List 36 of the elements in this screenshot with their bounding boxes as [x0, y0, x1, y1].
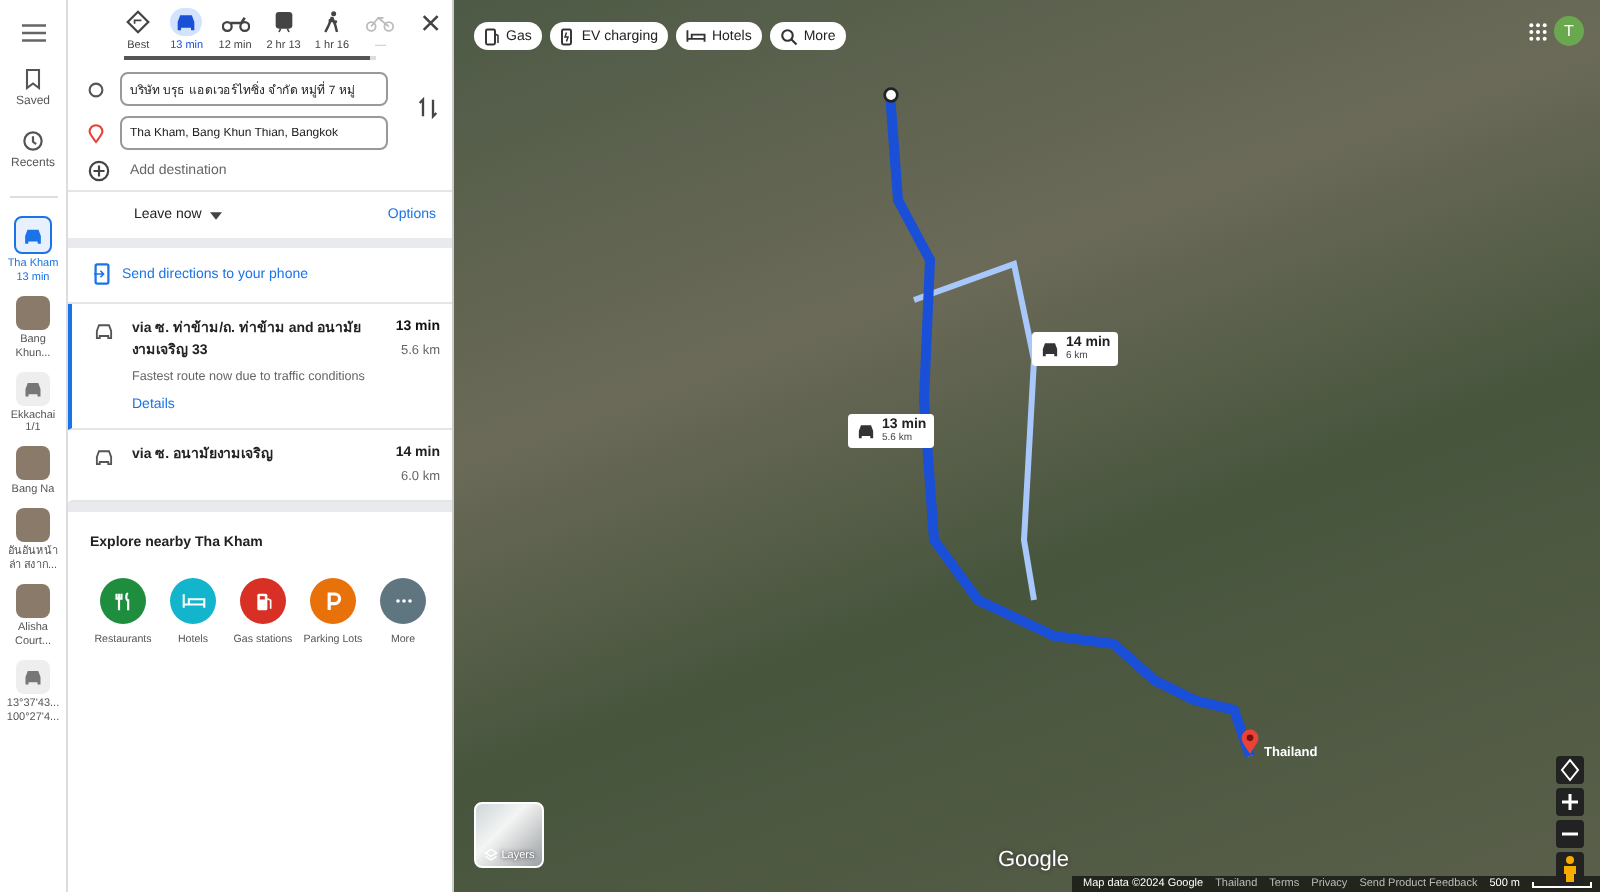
origin-marker-icon	[882, 86, 900, 104]
layers-icon	[483, 848, 498, 862]
add-icon	[88, 160, 110, 182]
close-icon[interactable]	[422, 14, 440, 32]
photo-placeholder	[16, 508, 50, 543]
origin-dot-icon	[88, 81, 104, 97]
google-logo: Google	[998, 848, 1069, 872]
destination-pin-icon	[88, 123, 104, 143]
bookmark-icon	[23, 68, 42, 90]
car-icon	[94, 322, 114, 340]
phone-icon	[94, 262, 110, 286]
photo-placeholder	[16, 583, 50, 618]
destination-pin-icon	[1240, 728, 1260, 756]
photo-placeholder	[16, 446, 50, 481]
car-icon	[94, 448, 114, 466]
swap-icon[interactable]	[418, 96, 438, 120]
apps-grid-icon[interactable]	[1528, 22, 1548, 42]
car-icon	[856, 422, 876, 441]
my-location-icon[interactable]	[1556, 756, 1584, 784]
pegman-icon[interactable]	[1556, 852, 1584, 884]
bed-icon	[685, 28, 706, 44]
gas-pump-icon	[484, 27, 500, 45]
photo-placeholder	[16, 295, 50, 330]
search-icon	[779, 27, 798, 45]
car-icon	[22, 225, 44, 245]
caret-icon	[209, 211, 222, 219]
car-icon	[22, 667, 44, 686]
diamond-turn-icon	[122, 8, 155, 36]
zoom-out-icon[interactable]	[1556, 820, 1584, 848]
car-icon	[22, 379, 44, 397]
zoom-in-icon[interactable]	[1556, 788, 1584, 816]
menu-icon[interactable]	[21, 24, 45, 42]
clock-icon	[21, 130, 44, 152]
car-icon	[170, 8, 203, 36]
car-icon	[1040, 340, 1060, 359]
charging-icon	[559, 27, 576, 45]
